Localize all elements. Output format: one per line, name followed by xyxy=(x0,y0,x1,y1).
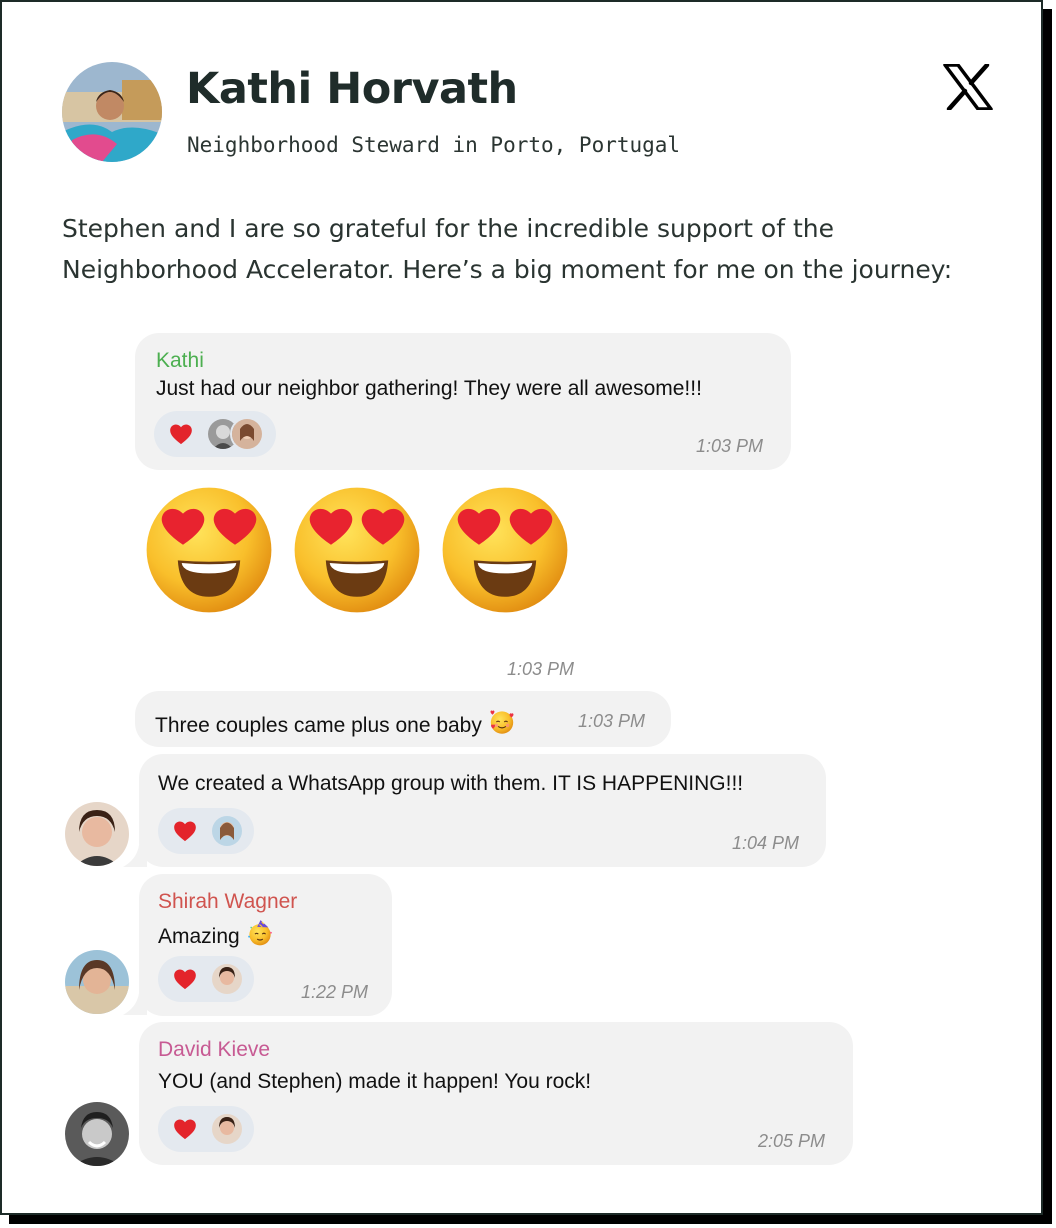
message-time: 1:03 PM xyxy=(578,711,646,731)
post-text: Stephen and I are so grateful for the in… xyxy=(62,214,953,284)
message-text-content: Three couples came plus one baby xyxy=(155,714,482,737)
author-avatar[interactable] xyxy=(62,62,162,162)
smiling-face-with-hearts-emoji xyxy=(488,708,516,736)
author-role: Neighborhood Steward in Porto, Portugal xyxy=(187,133,681,157)
heart-eyes-emoji xyxy=(144,485,274,615)
message-text-content: Amazing xyxy=(158,925,240,948)
message-bubble: David Kieve YOU (and Stephen) made it ha… xyxy=(139,1022,853,1165)
sender-avatar[interactable] xyxy=(65,1102,129,1166)
reactor-avatar xyxy=(210,814,244,848)
message-time: 1:22 PM xyxy=(301,982,369,1002)
heart-eyes-emoji xyxy=(440,485,570,615)
message-bubble: Kathi Just had our neighbor gathering! T… xyxy=(135,333,791,470)
sender-avatar[interactable] xyxy=(65,950,129,1014)
heart-eyes-emoji xyxy=(292,485,422,615)
heart-icon xyxy=(172,966,198,992)
message-sender[interactable]: Kathi xyxy=(156,349,204,373)
post-card: Kathi Horvath Neighborhood Steward in Po… xyxy=(0,0,1043,1215)
message-text: Amazing xyxy=(158,919,274,949)
message-time: 1:03 PM xyxy=(696,436,764,456)
message-sender[interactable]: Shirah Wagner xyxy=(158,890,297,914)
heart-icon xyxy=(168,421,194,447)
x-logo-icon[interactable] xyxy=(943,62,993,112)
message-text: We created a WhatsApp group with them. I… xyxy=(158,772,744,795)
reactor-avatar xyxy=(210,962,244,996)
message-text: Three couples came plus one baby xyxy=(155,708,516,738)
message-bubble: We created a WhatsApp group with them. I… xyxy=(139,754,826,867)
reaction-pill[interactable] xyxy=(158,956,254,1002)
message-bubble: Shirah Wagner Amazing 1:22 PM xyxy=(139,874,392,1016)
message-sender[interactable]: David Kieve xyxy=(158,1038,270,1062)
reactor-avatar xyxy=(230,417,264,451)
reactor-avatar xyxy=(210,1112,244,1146)
message-bubble: Three couples came plus one baby 1:03 PM xyxy=(135,691,671,747)
message-time: 1:04 PM xyxy=(732,833,800,853)
message-text: Just had our neighbor gathering! They we… xyxy=(156,377,702,400)
emoji-message-time: 1:03 PM xyxy=(507,659,575,679)
heart-icon xyxy=(172,1116,198,1142)
reaction-pill[interactable] xyxy=(158,808,254,854)
reaction-pill[interactable] xyxy=(158,1106,254,1152)
author-name[interactable]: Kathi Horvath xyxy=(186,64,518,114)
message-time: 2:05 PM xyxy=(758,1131,826,1151)
sender-avatar[interactable] xyxy=(65,802,129,866)
heart-icon xyxy=(172,818,198,844)
reaction-pill[interactable] xyxy=(154,411,276,457)
message-text: YOU (and Stephen) made it happen! You ro… xyxy=(158,1070,592,1093)
partying-face-emoji xyxy=(246,919,274,947)
